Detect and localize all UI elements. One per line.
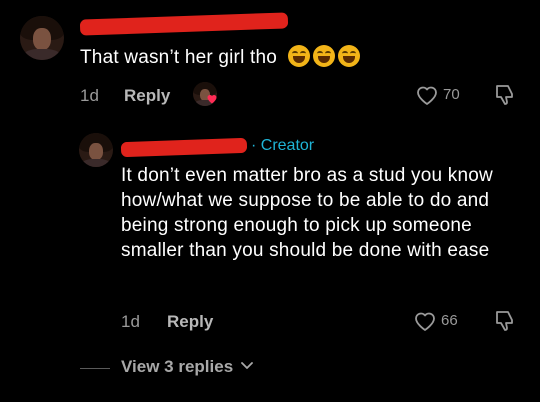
thumbs-down-icon xyxy=(496,311,513,331)
commenter-avatar[interactable] xyxy=(20,16,64,60)
reply-timestamp: 1d xyxy=(121,312,140,331)
comment-timestamp: 1d xyxy=(80,86,99,105)
heart-badge-icon xyxy=(206,93,218,105)
creator-avatar[interactable] xyxy=(79,133,113,167)
view-replies-button[interactable]: View 3 replies xyxy=(121,357,253,379)
chevron-down-icon xyxy=(240,362,253,369)
reply-dislike-button[interactable] xyxy=(493,309,519,333)
tears-of-joy-emoji-icon xyxy=(288,45,311,67)
tears-of-joy-emoji-icon xyxy=(313,45,336,67)
comment-like-button[interactable]: 70 xyxy=(415,83,465,107)
comment-like-count: 70 xyxy=(443,86,460,103)
comment-reply-button[interactable]: Reply xyxy=(124,86,170,106)
reply-like-count: 66 xyxy=(441,312,458,329)
view-replies-label: View 3 replies xyxy=(121,357,234,376)
redacted-username xyxy=(79,12,289,36)
comment-text: That wasn’t her girl tho xyxy=(80,47,277,68)
reply-text: It don’t even matter bro as a stud you k… xyxy=(121,165,493,261)
tears-of-joy-emoji-icon xyxy=(338,45,361,67)
heart-outline-icon xyxy=(415,312,435,331)
reply-reply-button[interactable]: Reply xyxy=(167,312,213,332)
thumbs-down-icon xyxy=(496,85,513,105)
heart-outline-icon xyxy=(417,86,437,105)
comment-dislike-button[interactable] xyxy=(493,83,519,107)
redacted-creator-username xyxy=(120,137,248,158)
creator-badge: · Creator xyxy=(251,137,315,154)
comment-text-row: That wasn’t her girl tho xyxy=(80,45,361,70)
reply-like-button[interactable]: 66 xyxy=(413,309,465,333)
view-replies-divider xyxy=(80,368,110,369)
